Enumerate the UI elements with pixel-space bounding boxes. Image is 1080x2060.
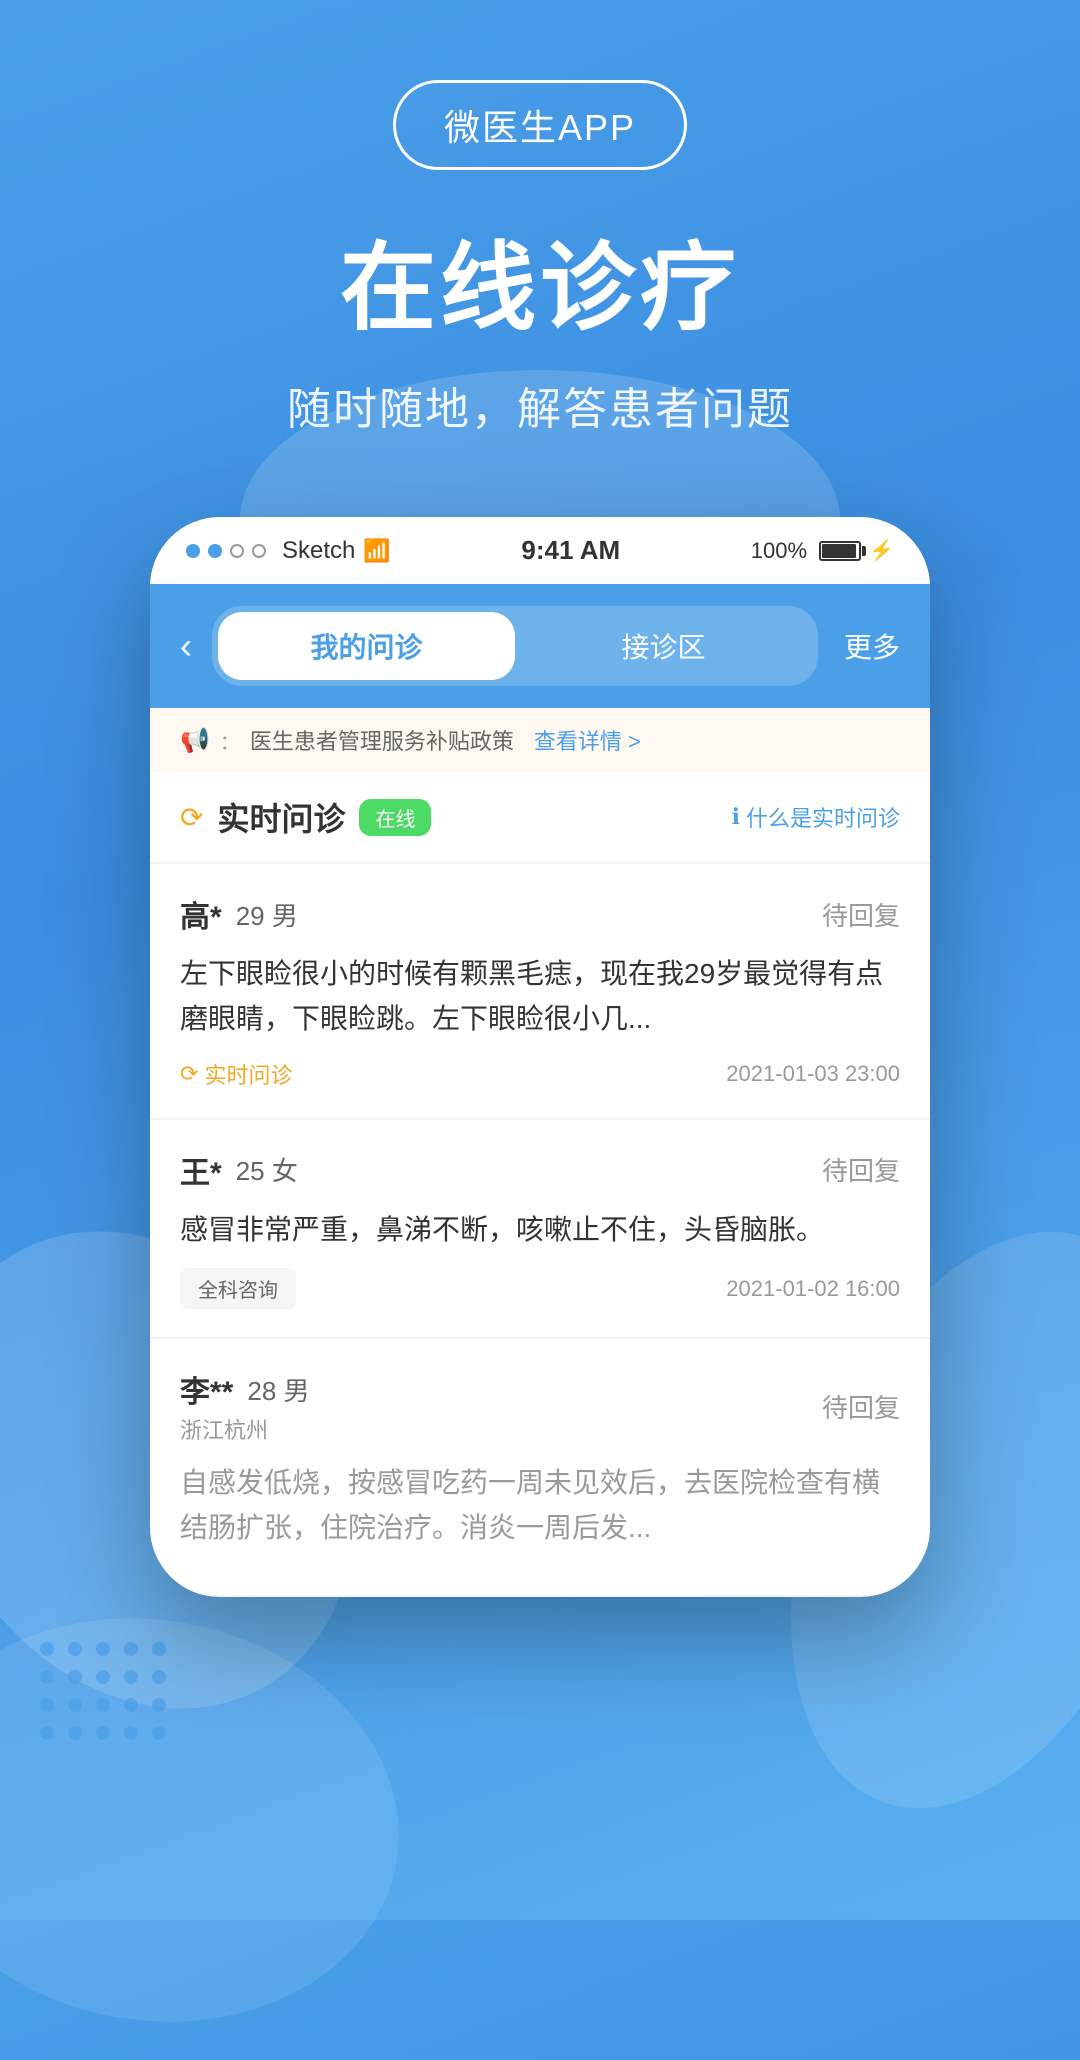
card-time-1: 2021-01-03 23:00 <box>726 1061 900 1087</box>
status-bar: Sketch 📶 9:41 AM 100% ⚡ <box>150 517 930 584</box>
nav-tabs: 我的问诊 接诊区 <box>212 606 818 686</box>
patient-header-3: 李** 28 男 浙江杭州 待回复 <box>180 1367 900 1445</box>
consult-tag-icon-1: ⟳ <box>180 1061 198 1087</box>
patient-header-2: 王* 25 女 待回复 <box>180 1148 900 1192</box>
status-time: 9:41 AM <box>521 535 620 566</box>
card-footer-2: 全科咨询 2021-01-02 16:00 <box>180 1268 900 1309</box>
patient-location-3: 浙江杭州 <box>180 1413 310 1445</box>
patient-card-1[interactable]: 高* 29 男 待回复 左下眼睑很小的时候有颗黑毛痣，现在我29岁最觉得有点磨眼… <box>150 864 930 1118</box>
patient-name-row-3: 李** 28 男 <box>180 1367 310 1411</box>
patient-age-3: 28 男 <box>247 1371 309 1408</box>
patient-message-1: 左下眼睑很小的时候有颗黑毛痣，现在我29岁最觉得有点磨眼睛，下眼睑跳。左下眼睑很… <box>180 952 900 1042</box>
notice-separator: ： <box>220 726 240 755</box>
main-title: 在线诊疗 <box>340 210 740 349</box>
patient-info-2: 王* 25 女 <box>180 1148 298 1192</box>
patient-info-3: 李** 28 男 浙江杭州 <box>180 1367 310 1445</box>
back-button[interactable]: ‹ <box>180 625 192 667</box>
signal-dot-4 <box>252 544 266 558</box>
header: 微医生APP 在线诊疗 随时随地，解答患者问题 <box>0 0 1080 497</box>
app-badge-text: 微医生APP <box>444 107 636 148</box>
phone-mockup: Sketch 📶 9:41 AM 100% ⚡ ‹ 我的问诊 接诊区 更多 � <box>150 517 930 1597</box>
patient-name-1: 高* <box>180 892 222 936</box>
consult-tag-text-1: 实时问诊 <box>204 1058 292 1090</box>
nav-bar: ‹ 我的问诊 接诊区 更多 <box>150 584 930 708</box>
battery-fill <box>822 544 856 558</box>
patient-status-3: 待回复 <box>822 1388 900 1425</box>
card-time-2: 2021-01-02 16:00 <box>726 1276 900 1302</box>
help-icon: ℹ <box>732 804 740 830</box>
more-button[interactable]: 更多 <box>844 626 900 666</box>
signal-dot-2 <box>208 544 222 558</box>
realtime-section-header: ⟳ 实时问诊 在线 ℹ 什么是实时问诊 <box>150 772 930 862</box>
dots-decoration <box>40 1642 166 1740</box>
status-right: 100% ⚡ <box>751 538 894 564</box>
patient-card-3[interactable]: 李** 28 男 浙江杭州 待回复 自感发低烧，按感冒吃药一周未见效后，去医院检… <box>150 1339 930 1595</box>
signal-dot-3 <box>230 544 244 558</box>
consult-tag-1: ⟳ 实时问诊 <box>180 1058 292 1090</box>
patient-header-1: 高* 29 男 待回复 <box>180 892 900 936</box>
section-title-group: ⟳ 实时问诊 在线 <box>180 794 431 840</box>
notice-bar: 📢 ： 医生患者管理服务补贴政策 查看详情 > <box>150 708 930 772</box>
card-footer-1: ⟳ 实时问诊 2021-01-03 23:00 <box>180 1058 900 1090</box>
patient-status-1: 待回复 <box>822 896 900 933</box>
signal-dot-1 <box>186 544 200 558</box>
status-left: Sketch 📶 <box>186 537 391 565</box>
patient-age-2: 25 女 <box>236 1151 298 1188</box>
realtime-icon: ⟳ <box>180 801 203 834</box>
charging-icon: ⚡ <box>869 538 894 563</box>
patient-message-2: 感冒非常严重，鼻涕不断，咳嗽止不住，头昏脑胀。 <box>180 1208 900 1253</box>
patient-info-1: 高* 29 男 <box>180 892 298 936</box>
battery-icon <box>819 541 861 561</box>
notice-link[interactable]: 查看详情 > <box>534 724 641 756</box>
subtitle: 随时随地，解答患者问题 <box>287 373 793 437</box>
phone-container: Sketch 📶 9:41 AM 100% ⚡ ‹ 我的问诊 接诊区 更多 � <box>0 517 1080 1597</box>
patient-message-3: 自感发低烧，按感冒吃药一周未见效后，去医院检查有横结肠扩张，住院治疗。消炎一周后… <box>180 1461 900 1551</box>
patient-name-3: 李** <box>180 1367 233 1411</box>
consult-tag-2: 全科咨询 <box>180 1268 296 1309</box>
carrier-name: Sketch <box>282 537 355 565</box>
battery-percent: 100% <box>751 538 807 564</box>
patient-age-1: 29 男 <box>236 896 298 933</box>
app-badge: 微医生APP <box>393 80 687 170</box>
notice-text: 医生患者管理服务补贴政策 <box>250 724 514 756</box>
section-help[interactable]: ℹ 什么是实时问诊 <box>732 801 900 833</box>
tab-my-consult[interactable]: 我的问诊 <box>218 612 515 680</box>
notice-icon: 📢 <box>180 726 210 755</box>
patient-name-2: 王* <box>180 1148 222 1192</box>
help-text: 什么是实时问诊 <box>746 801 900 833</box>
patient-status-2: 待回复 <box>822 1151 900 1188</box>
realtime-title: 实时问诊 <box>217 794 345 840</box>
patient-card-2[interactable]: 王* 25 女 待回复 感冒非常严重，鼻涕不断，咳嗽止不住，头昏脑胀。 全科咨询… <box>150 1120 930 1338</box>
online-badge: 在线 <box>359 799 431 836</box>
tab-receive-consult[interactable]: 接诊区 <box>515 612 812 680</box>
content-area: ⟳ 实时问诊 在线 ℹ 什么是实时问诊 高* 29 男 待回复 <box>150 772 930 1595</box>
wifi-icon: 📶 <box>363 538 390 564</box>
